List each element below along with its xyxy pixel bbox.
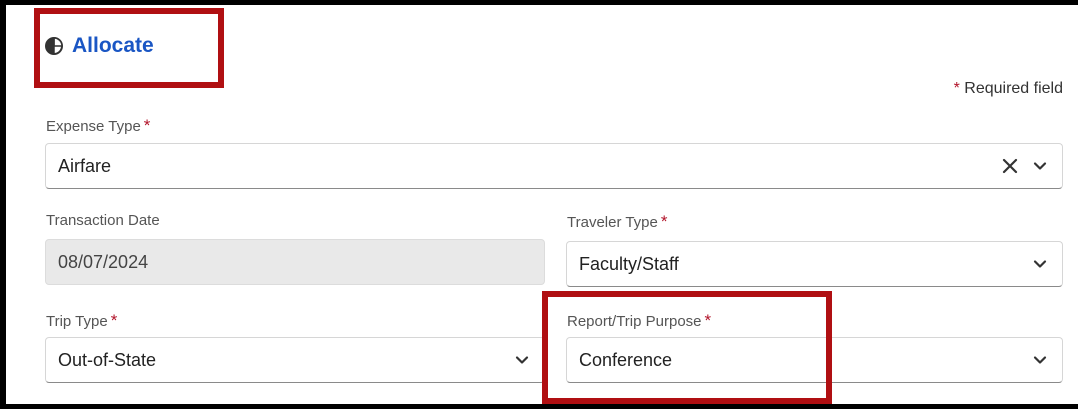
trip-type-label-text: Trip Type [46,313,108,330]
required-star: * [704,311,712,330]
traveler-type-label: Traveler Type * [567,212,668,232]
chevron-down-icon[interactable] [1032,352,1048,368]
required-star: * [953,80,960,97]
expense-form: Allocate * Required field Expense Type * … [0,0,1078,409]
chevron-down-icon[interactable] [1032,158,1048,174]
required-star: * [660,212,668,231]
report-trip-purpose-label-text: Report/Trip Purpose [567,313,702,330]
trip-type-select[interactable]: Out-of-State [45,337,545,383]
required-star: * [110,311,118,330]
transaction-date-label: Transaction Date [46,212,160,229]
expense-type-label: Expense Type * [46,116,150,136]
trip-type-label: Trip Type * [46,311,117,331]
allocate-label: Allocate [72,34,154,57]
traveler-type-label-text: Traveler Type [567,214,658,231]
expense-type-label-text: Expense Type [46,118,141,135]
chevron-down-icon[interactable] [1032,256,1048,272]
required-field-note: * Required field [954,80,1063,98]
allocate-link[interactable]: Allocate [44,34,154,58]
traveler-type-select[interactable]: Faculty/Staff [566,241,1063,287]
required-star: * [143,116,151,135]
required-field-text: Required field [964,80,1063,97]
report-trip-purpose-select[interactable]: Conference [566,337,1063,383]
clear-icon[interactable] [1002,158,1018,174]
pie-chart-icon [44,36,64,56]
expense-type-value: Airfare [58,155,112,176]
transaction-date-label-text: Transaction Date [46,212,160,229]
transaction-date-field: 08/07/2024 [45,239,545,285]
expense-type-select[interactable]: Airfare [45,143,1063,189]
trip-type-value: Out-of-State [58,349,157,370]
frame-border-bottom [0,404,1078,409]
traveler-type-value: Faculty/Staff [579,253,679,274]
chevron-down-icon[interactable] [514,352,530,368]
report-trip-purpose-value: Conference [579,349,673,370]
report-trip-purpose-label: Report/Trip Purpose * [567,311,711,331]
frame-border-left [0,0,6,409]
transaction-date-value: 08/07/2024 [58,251,149,272]
frame-border-top [0,0,1078,5]
